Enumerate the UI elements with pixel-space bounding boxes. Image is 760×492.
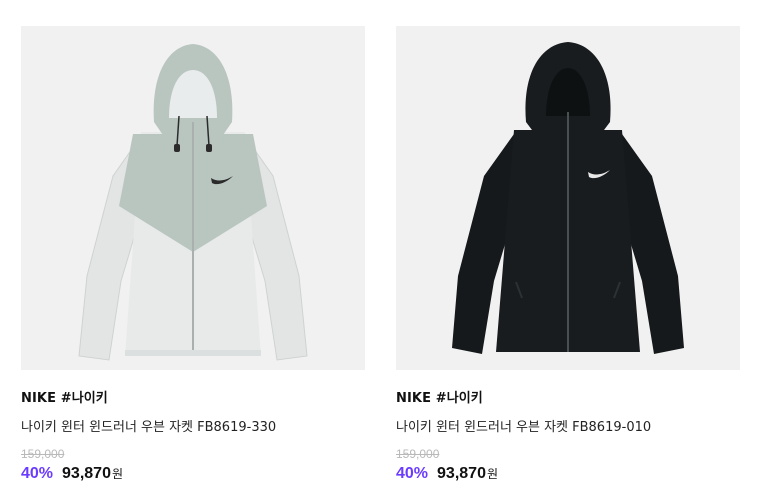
product-image[interactable] (396, 26, 740, 370)
original-price: 159,000 (21, 447, 65, 461)
price-row: 40% 93,870 원 (396, 465, 740, 483)
discount-rate: 40% (396, 465, 429, 482)
sale-price: 93,870 (62, 465, 111, 482)
price-row: 40% 93,870 원 (21, 465, 365, 483)
product-name[interactable]: 나이키 윈터 윈드러너 우븐 자켓 FB8619-010 (396, 416, 740, 435)
product-card[interactable]: NIKE #나이키 나이키 윈터 윈드러너 우븐 자켓 FB8619-330 1… (21, 26, 365, 483)
currency-label: 원 (111, 467, 124, 481)
product-name[interactable]: 나이키 윈터 윈드러너 우븐 자켓 FB8619-330 (21, 416, 365, 435)
currency-label: 원 (486, 467, 499, 481)
product-image[interactable] (21, 26, 365, 370)
original-price: 159,000 (396, 447, 440, 461)
jacket-light-grey-icon (78, 44, 308, 361)
product-card[interactable]: NIKE #나이키 나이키 윈터 윈드러너 우븐 자켓 FB8619-010 1… (396, 26, 740, 483)
discount-rate: 40% (21, 465, 54, 482)
product-brand[interactable]: NIKE #나이키 (21, 387, 365, 406)
sale-price: 93,870 (437, 465, 486, 482)
product-brand[interactable]: NIKE #나이키 (396, 387, 740, 406)
jacket-black-icon (452, 42, 684, 354)
